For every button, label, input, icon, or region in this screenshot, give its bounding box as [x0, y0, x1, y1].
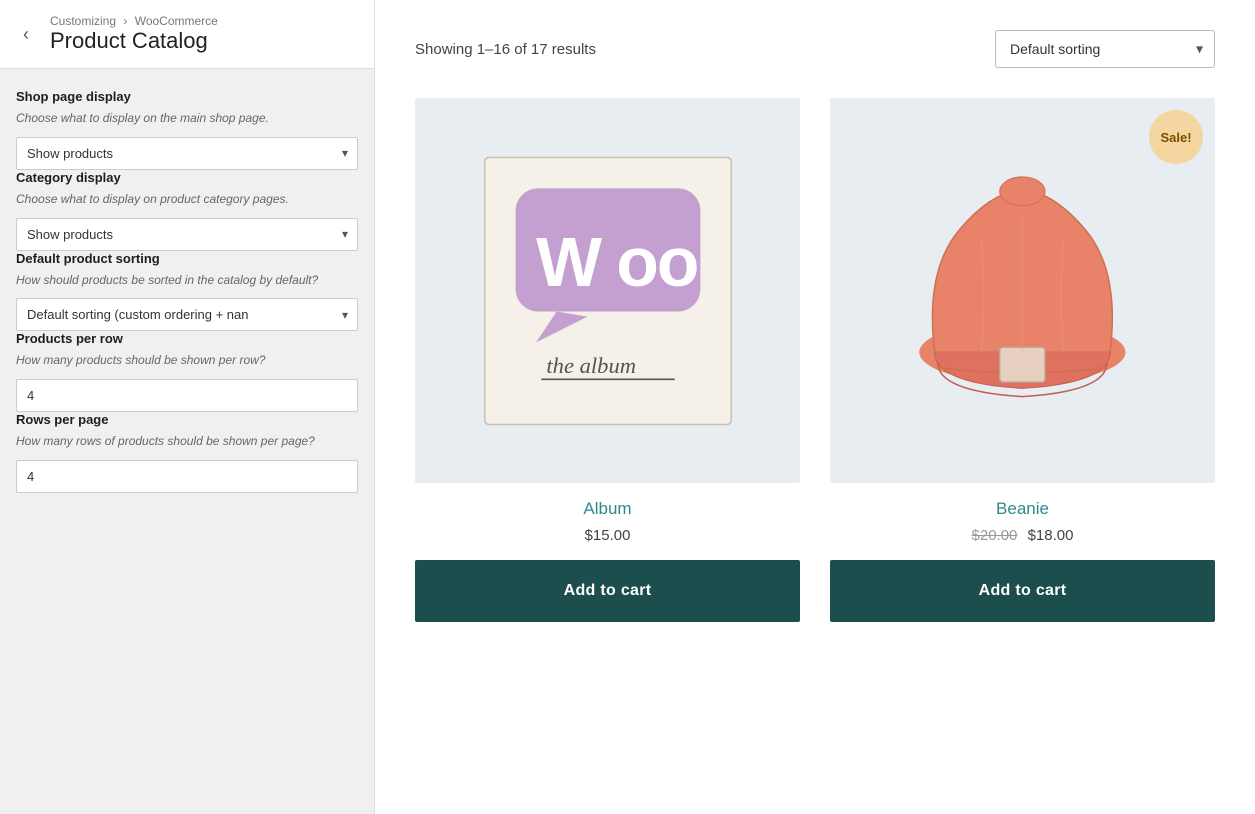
product-card-album: W oo the album Album $15.00 Add to cart [415, 98, 800, 622]
default-sorting-select[interactable]: Default sorting (custom ordering + nan P… [16, 298, 358, 331]
shop-header: Showing 1–16 of 17 results Default sorti… [415, 30, 1215, 68]
svg-text:W: W [536, 222, 602, 300]
default-sorting-desc: How should products be sorted in the cat… [16, 272, 358, 289]
sidebar: ‹ Customizing › WooCommerce Product Cata… [0, 0, 375, 814]
default-sorting-label: Default product sorting [16, 251, 358, 266]
product-card-beanie: Sale! [830, 98, 1215, 622]
header-text: Customizing › WooCommerce Product Catalo… [50, 14, 218, 54]
section-products-per-row: Products per row How many products shoul… [16, 331, 358, 412]
products-per-row-label: Products per row [16, 331, 358, 346]
product-price-beanie: $20.00 $18.00 [972, 527, 1074, 544]
products-per-row-desc: How many products should be shown per ro… [16, 352, 358, 369]
shop-page-display-select[interactable]: Show products Show categories Show categ… [16, 137, 358, 170]
category-display-select-wrapper: Show products Show subcategories Show su… [16, 218, 358, 251]
svg-text:the album: the album [546, 353, 636, 378]
section-category-display: Category display Choose what to display … [16, 170, 358, 251]
results-text: Showing 1–16 of 17 results [415, 41, 596, 58]
product-image-beanie: Sale! [830, 98, 1215, 483]
add-to-cart-button-album[interactable]: Add to cart [415, 560, 800, 622]
sorting-select-wrapper: Default sorting Sort by popularity Sort … [995, 30, 1215, 68]
section-default-sorting: Default product sorting How should produ… [16, 251, 358, 332]
sidebar-header: ‹ Customizing › WooCommerce Product Cata… [0, 0, 374, 69]
products-per-row-input[interactable] [16, 379, 358, 412]
category-display-label: Category display [16, 170, 358, 185]
add-to-cart-button-beanie[interactable]: Add to cart [830, 560, 1215, 622]
section-shop-page-display: Shop page display Choose what to display… [16, 89, 358, 170]
shop-page-display-label: Shop page display [16, 89, 358, 104]
default-sorting-select-wrapper: Default sorting (custom ordering + nan P… [16, 298, 358, 331]
category-display-select[interactable]: Show products Show subcategories Show su… [16, 218, 358, 251]
main-content: Showing 1–16 of 17 results Default sorti… [375, 0, 1255, 814]
page-title: Product Catalog [50, 28, 218, 54]
products-grid: W oo the album Album $15.00 Add to cart … [415, 98, 1215, 622]
breadcrumb: Customizing › WooCommerce [50, 14, 218, 28]
product-image-album: W oo the album [415, 98, 800, 483]
shop-page-display-desc: Choose what to display on the main shop … [16, 110, 358, 127]
product-name-album: Album [583, 499, 631, 519]
original-price-beanie: $20.00 [972, 527, 1018, 544]
rows-per-page-label: Rows per page [16, 412, 358, 427]
shop-page-display-select-wrapper: Show products Show categories Show categ… [16, 137, 358, 170]
category-display-desc: Choose what to display on product catego… [16, 191, 358, 208]
rows-per-page-input[interactable] [16, 460, 358, 493]
svg-text:oo: oo [616, 222, 697, 300]
product-price-album: $15.00 [585, 527, 631, 544]
back-button[interactable]: ‹ [12, 20, 40, 48]
sale-price-beanie: $18.00 [1028, 527, 1074, 544]
sorting-select[interactable]: Default sorting Sort by popularity Sort … [995, 30, 1215, 68]
rows-per-page-desc: How many rows of products should be show… [16, 433, 358, 450]
product-name-beanie: Beanie [996, 499, 1049, 519]
sale-badge: Sale! [1149, 110, 1203, 164]
sidebar-content: Shop page display Choose what to display… [0, 69, 374, 513]
section-rows-per-page: Rows per page How many rows of products … [16, 412, 358, 493]
